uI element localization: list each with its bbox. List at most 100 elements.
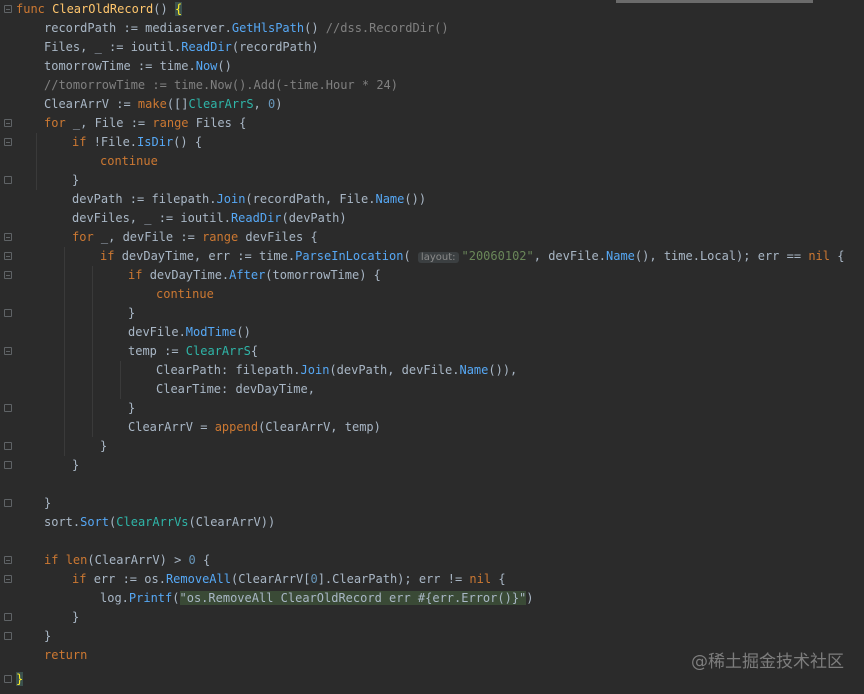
- code-line[interactable]: }: [100, 437, 107, 456]
- code-token: (): [236, 325, 251, 339]
- fold-end-icon[interactable]: [4, 499, 12, 507]
- code-token: (): [153, 2, 175, 16]
- code-token: , devFile.: [533, 249, 606, 263]
- code-line[interactable]: devFile.ModTime(): [128, 323, 251, 342]
- code-line[interactable]: }: [128, 304, 135, 323]
- code-token: "os.RemoveAll ClearOldRecord err #{err.E…: [179, 591, 527, 605]
- code-line[interactable]: func ClearOldRecord() {: [16, 0, 183, 19]
- code-token: if: [128, 268, 150, 282]
- code-token: (): [217, 59, 232, 73]
- code-token: err :=: [93, 572, 145, 586]
- scrollbar-thumb[interactable]: [616, 0, 813, 3]
- code-line[interactable]: if len(ClearArrV) > 0 {: [44, 551, 210, 570]
- indent-guide: [36, 133, 37, 190]
- code-token: 0: [188, 553, 196, 567]
- code-line[interactable]: continue: [100, 152, 158, 171]
- code-line[interactable]: }: [72, 608, 79, 627]
- code-line[interactable]: recordPath := mediaserver.GetHlsPath() /…: [44, 19, 449, 38]
- code-token: sort.: [44, 515, 81, 529]
- code-line[interactable]: if err := os.RemoveAll(ClearArrV[0].Clea…: [72, 570, 506, 589]
- code-token: {: [195, 553, 211, 567]
- code-line[interactable]: Files, _ := ioutil.ReadDir(recordPath): [44, 38, 319, 57]
- code-line[interactable]: tomorrowTime := time.Now(): [44, 57, 232, 76]
- code-line[interactable]: }: [72, 456, 79, 475]
- code-token: for: [44, 116, 73, 130]
- code-line[interactable]: devPath := filepath.Join(recordPath, Fil…: [72, 190, 426, 209]
- code-line[interactable]: //tomorrowTime := time.Now().Add(-time.H…: [44, 76, 398, 95]
- code-token: (tomorrowTime) {: [265, 268, 381, 282]
- code-token: range: [202, 230, 246, 244]
- fold-collapse-icon[interactable]: [4, 5, 12, 13]
- code-token: Join: [216, 192, 246, 206]
- code-token: () {: [173, 135, 203, 149]
- code-line[interactable]: temp := ClearArrS{: [128, 342, 258, 361]
- code-token: continue: [100, 154, 158, 168]
- code-token: (recordPath, File.: [245, 192, 376, 206]
- code-token: ()),: [488, 363, 518, 377]
- code-token: Local); err ==: [699, 249, 809, 263]
- fold-end-icon[interactable]: [4, 632, 12, 640]
- fold-end-icon[interactable]: [4, 404, 12, 412]
- code-line[interactable]: ClearArrV = append(ClearArrV, temp): [128, 418, 381, 437]
- code-token: ClearOldRecord: [52, 2, 154, 16]
- code-token: func: [16, 2, 53, 16]
- code-token: After: [229, 268, 266, 282]
- fold-collapse-icon[interactable]: [4, 556, 12, 564]
- indent-guide: [120, 361, 121, 399]
- code-line[interactable]: if devDayTime.After(tomorrowTime) {: [128, 266, 381, 285]
- fold-collapse-icon[interactable]: [4, 271, 12, 279]
- code-token: //dss.RecordDir(): [325, 21, 449, 35]
- fold-end-icon[interactable]: [4, 461, 12, 469]
- code-token: (ClearArrV)): [188, 515, 276, 529]
- code-line[interactable]: return: [44, 646, 87, 665]
- indent-guide: [92, 266, 93, 437]
- code-token: mediaserver.: [145, 21, 232, 35]
- code-token: {: [250, 344, 259, 358]
- fold-collapse-icon[interactable]: [4, 575, 12, 583]
- code-line[interactable]: }: [16, 670, 24, 689]
- code-token: }: [128, 401, 136, 415]
- code-token: IsDir: [137, 135, 174, 149]
- fold-end-icon[interactable]: [4, 176, 12, 184]
- fold-collapse-icon[interactable]: [4, 252, 12, 260]
- code-token: time.: [258, 249, 296, 263]
- code-line[interactable]: if devDayTime, err := time.ParseInLocati…: [100, 247, 844, 266]
- code-token: continue: [156, 287, 214, 301]
- code-token: filepath.: [235, 363, 301, 377]
- fold-collapse-icon[interactable]: [4, 347, 12, 355]
- code-token: ()): [404, 192, 427, 206]
- code-token: _, File :=: [72, 116, 153, 130]
- code-line[interactable]: }: [44, 494, 51, 513]
- fold-collapse-icon[interactable]: [4, 119, 12, 127]
- code-token: (): [304, 21, 326, 35]
- code-line[interactable]: ClearTime: devDayTime,: [156, 380, 315, 399]
- code-token: RemoveAll: [165, 572, 231, 586]
- fold-end-icon[interactable]: [4, 309, 12, 317]
- fold-collapse-icon[interactable]: [4, 233, 12, 241]
- code-line[interactable]: ClearArrV := make([]ClearArrS, 0): [44, 95, 282, 114]
- code-line[interactable]: continue: [156, 285, 214, 304]
- code-token: len: [65, 553, 88, 567]
- code-line[interactable]: if !File.IsDir() {: [72, 133, 202, 152]
- code-token: }: [44, 496, 52, 510]
- code-line[interactable]: sort.Sort(ClearArrVs(ClearArrV)): [44, 513, 275, 532]
- fold-end-icon[interactable]: [4, 442, 12, 450]
- code-editor[interactable]: func ClearOldRecord() {recordPath := med…: [0, 0, 864, 694]
- code-line[interactable]: log.Printf("os.RemoveAll ClearOldRecord …: [100, 589, 534, 608]
- code-line[interactable]: }: [44, 627, 51, 646]
- code-token: 0: [310, 572, 318, 586]
- fold-end-icon[interactable]: [4, 613, 12, 621]
- code-line[interactable]: for _, devFile := range devFiles {: [72, 228, 318, 247]
- code-line[interactable]: devFiles, _ := ioutil.ReadDir(devPath): [72, 209, 347, 228]
- code-token: return: [44, 648, 88, 662]
- code-line[interactable]: }: [72, 171, 79, 190]
- code-line[interactable]: ClearPath: filepath.Join(devPath, devFil…: [156, 361, 517, 380]
- code-token: ModTime: [185, 325, 237, 339]
- code-token: filepath.: [151, 192, 217, 206]
- fold-end-icon[interactable]: [4, 675, 12, 683]
- code-token: {: [491, 572, 506, 586]
- fold-collapse-icon[interactable]: [4, 138, 12, 146]
- code-line[interactable]: for _, File := range Files {: [44, 114, 246, 133]
- code-token: log.: [100, 591, 129, 605]
- code-line[interactable]: }: [128, 399, 135, 418]
